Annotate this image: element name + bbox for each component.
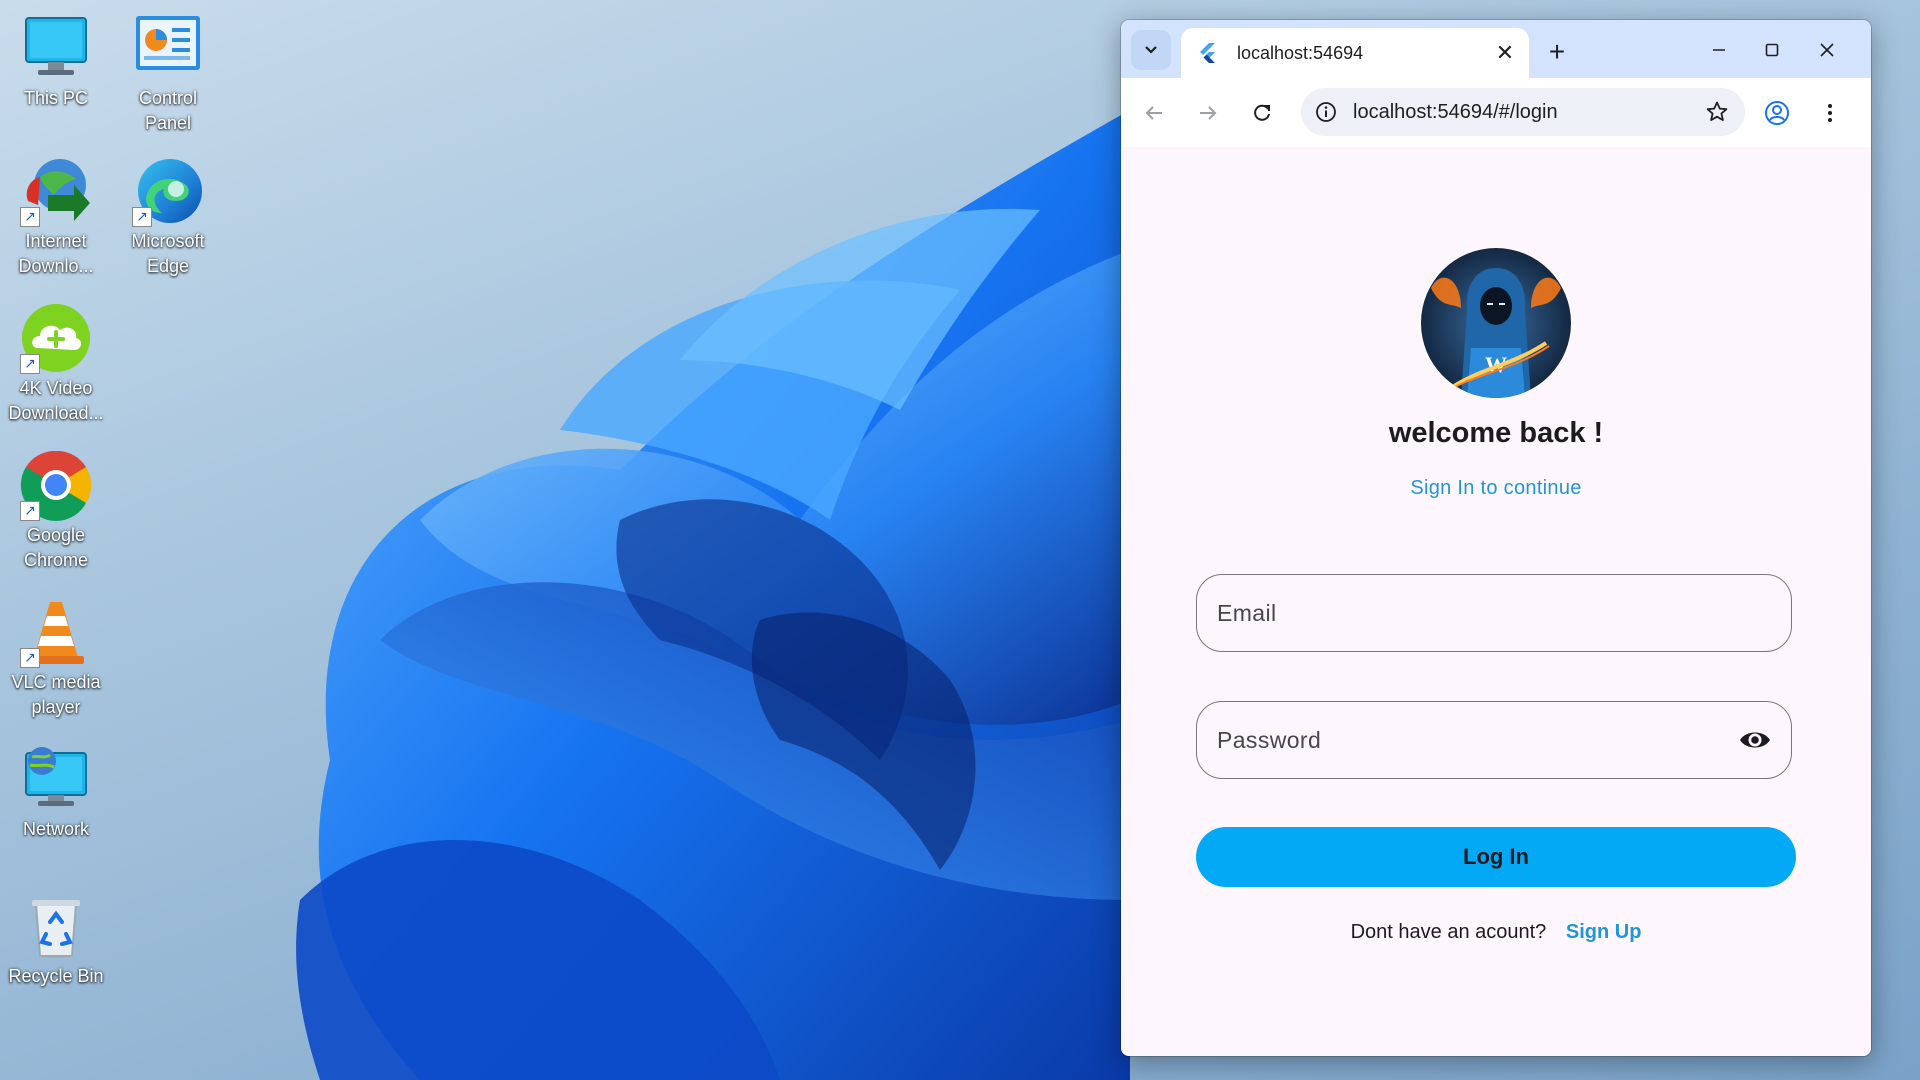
control-panel-icon (132, 12, 204, 84)
email-field[interactable] (1196, 574, 1792, 652)
maximize-button[interactable] (1746, 30, 1798, 70)
browser-window: localhost:54694 ✕ + localhost:54694/#/lo… (1121, 20, 1871, 1056)
vlc-cone-icon: ↗ (20, 596, 92, 668)
desktop-icon-google-chrome[interactable]: ↗ Google Chrome (2, 449, 110, 573)
minimize-icon (1713, 49, 1725, 51)
avatar: W (1421, 248, 1571, 398)
minimize-button[interactable] (1693, 30, 1745, 70)
signup-prompt: Dont have an acount? (1350, 921, 1547, 943)
close-window-button[interactable] (1801, 30, 1853, 70)
recycle-bin-icon (20, 890, 92, 962)
desktop-icon-this-pc[interactable]: This PC (2, 12, 110, 111)
tab-active[interactable]: localhost:54694 ✕ (1181, 28, 1529, 78)
shortcut-arrow-icon: ↗ (20, 207, 40, 227)
desktop-icon-label: Internet Downlo... (18, 231, 94, 276)
maximize-icon (1765, 43, 1779, 57)
tab-title: localhost:54694 (1237, 42, 1364, 63)
desktop-icon-control-panel[interactable]: Control Panel (114, 12, 222, 136)
network-icon (20, 743, 92, 815)
chevron-down-icon (1145, 46, 1157, 54)
arrow-left-icon (1145, 106, 1162, 120)
monitor-icon (20, 12, 92, 84)
cloud-download-icon: ↗ (20, 302, 92, 374)
desktop-icon-label: Network (22, 819, 89, 839)
back-button[interactable] (1135, 94, 1173, 132)
visibility-toggle-icon[interactable] (1735, 720, 1775, 760)
menu-button[interactable] (1811, 94, 1849, 132)
desktop-icon-recycle-bin[interactable]: Recycle Bin (2, 890, 110, 989)
password-field[interactable] (1196, 701, 1792, 779)
close-icon (1820, 43, 1834, 57)
page-title: welcome back ! (1388, 417, 1604, 449)
site-info-icon[interactable] (1313, 99, 1339, 125)
tab-strip: localhost:54694 ✕ + (1121, 20, 1871, 78)
shortcut-arrow-icon: ↗ (20, 354, 40, 374)
reload-button[interactable] (1243, 94, 1281, 132)
desktop-icon-vlc-media-player[interactable]: ↗ VLC media player (2, 596, 110, 720)
edge-icon: ↗ (132, 155, 204, 227)
desktop-icon-label: This PC (23, 88, 88, 108)
password-input[interactable] (1215, 725, 1735, 755)
plus-icon: + (1548, 36, 1566, 67)
desktop-icon-network[interactable]: Network (2, 743, 110, 842)
reload-icon (1254, 104, 1270, 121)
account-circle-icon (1765, 101, 1789, 125)
email-input[interactable] (1215, 598, 1791, 628)
desktop-icon-label: 4K Video Download... (8, 378, 104, 423)
internet-download-manager-icon: ↗ (20, 155, 92, 227)
desktop-icon-label: Google Chrome (23, 525, 89, 570)
browser-toolbar: localhost:54694/#/login (1121, 78, 1871, 148)
chrome-icon: ↗ (20, 449, 92, 521)
tab-search-button[interactable] (1131, 30, 1171, 70)
tab-close-icon[interactable]: ✕ (1491, 39, 1519, 67)
address-bar[interactable]: localhost:54694/#/login (1301, 88, 1745, 136)
signup-row: Dont have an acount? Sign Up (1121, 921, 1871, 944)
profile-button[interactable] (1758, 94, 1796, 132)
desktop-icon-label: Microsoft Edge (131, 231, 205, 276)
more-vert-icon (1828, 104, 1832, 122)
flutter-icon (1200, 43, 1215, 63)
desktop-icon-internet-download-manager[interactable]: ↗ Internet Downlo... (2, 155, 110, 279)
shortcut-arrow-icon: ↗ (132, 207, 152, 227)
login-button[interactable]: Log In (1196, 827, 1796, 887)
signup-link[interactable]: Sign Up (1566, 921, 1642, 943)
forward-button[interactable] (1189, 94, 1227, 132)
page-subtitle: Sign In to continue (1410, 477, 1582, 499)
shortcut-arrow-icon: ↗ (20, 501, 40, 521)
desktop-icon-microsoft-edge[interactable]: ↗ Microsoft Edge (114, 155, 222, 279)
shortcut-arrow-icon: ↗ (20, 648, 40, 668)
desktop-icon-4k-video-downloader[interactable]: ↗ 4K Video Download... (2, 302, 110, 426)
arrow-right-icon (1200, 106, 1217, 120)
new-tab-button[interactable]: + (1539, 34, 1575, 70)
desktop-icon-label: Control Panel (138, 88, 198, 133)
url-text[interactable]: localhost:54694/#/login (1353, 101, 1701, 124)
login-page: W welcome back ! Sign In to continue Log… (1121, 147, 1871, 1056)
desktop-icon-label: VLC media player (11, 672, 101, 717)
desktop-icon-label: Recycle Bin (8, 966, 104, 986)
bookmark-star-icon[interactable] (1701, 96, 1733, 128)
